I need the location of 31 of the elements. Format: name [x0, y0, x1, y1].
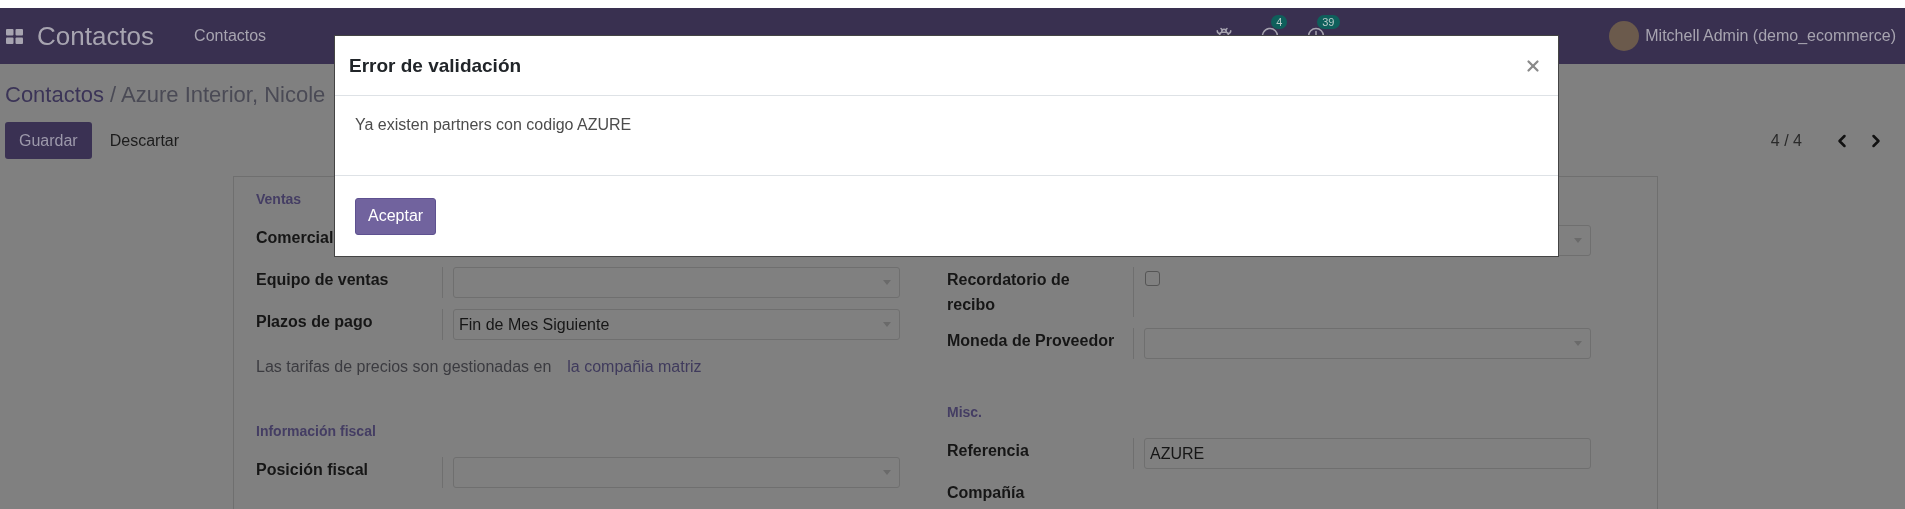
section-heading: Ventas — [256, 190, 303, 209]
field-label: Posición fiscal — [256, 461, 369, 478]
field-label: Moneda de Proveedor — [947, 332, 1115, 349]
field-label: Plazos de pago — [256, 313, 373, 330]
user-menu[interactable]: Mitchell Admin (demo_ecommerce) — [1645, 27, 1896, 45]
count-badge: 39 — [1317, 15, 1340, 29]
select-field[interactable]: Fin de Mes Siguiente — [453, 309, 900, 340]
dialog-title: Error de validación — [349, 54, 522, 77]
breadcrumb-link[interactable]: Contactos — [5, 82, 105, 108]
discard-button[interactable]: Descartar — [97, 122, 192, 159]
avatar[interactable] — [1609, 21, 1640, 51]
save-button[interactable]: Guardar — [5, 122, 92, 159]
app-name: Contactos — [37, 20, 155, 52]
section-heading: Información fiscal — [256, 422, 377, 441]
error-message: Ya existen partners con codigo AZURE — [355, 116, 632, 133]
field-label: Referencia — [947, 442, 1029, 459]
apps-grid-icon[interactable] — [6, 28, 23, 44]
pricelist-note: Las tarifas de precios son gestionadas en — [256, 357, 552, 377]
pager-counter: 4 / 4 — [1770, 131, 1802, 150]
input-field[interactable]: AZURE — [1144, 438, 1591, 469]
select-value: Fin de Mes Siguiente — [459, 315, 610, 334]
checkbox[interactable] — [1145, 271, 1160, 286]
count-badge: 4 — [1271, 15, 1288, 29]
field-label: Recordatorio de recibo — [947, 271, 1070, 313]
menu-item[interactable]: Contactos — [194, 27, 267, 45]
accept-button[interactable]: Aceptar — [355, 197, 437, 235]
field-label: Compañía — [947, 484, 1025, 501]
section-heading: Misc. — [947, 403, 983, 422]
parent-company-link[interactable]: la compañia matriz — [567, 356, 702, 378]
field-label: Equipo de ventas — [256, 271, 389, 288]
field-label: Comercial — [256, 229, 334, 246]
